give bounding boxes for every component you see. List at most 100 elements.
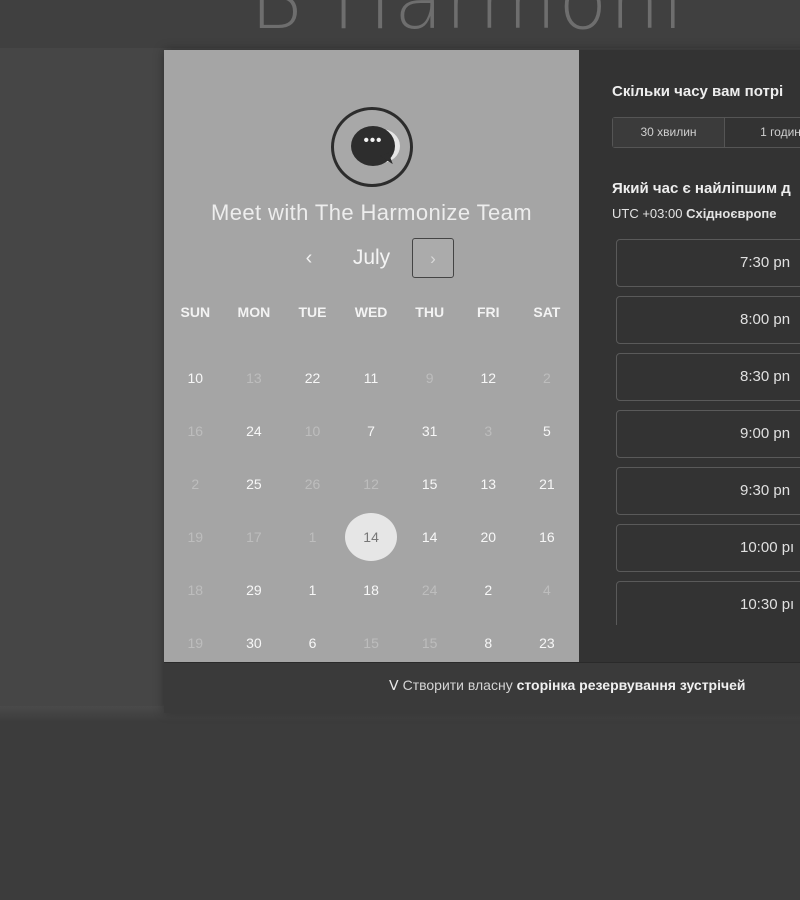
calendar-day-number: 13: [480, 476, 497, 492]
calendar-day-number: 1: [308, 529, 317, 545]
calendar-day-number: 14: [421, 529, 438, 545]
calendar-day-number: 30: [246, 635, 262, 651]
calendar-day: 4: [518, 564, 577, 617]
calendar-day-number: 24: [421, 582, 438, 598]
calendar-day[interactable]: 2: [459, 564, 518, 617]
calendar-grid: SUN MON TUE WED THU FRI SAT 10 13 22 11 9 12 2 16 24 10…: [166, 297, 577, 670]
weekday-header: SAT: [533, 304, 561, 320]
calendar-day-number: 19: [187, 529, 204, 545]
calendar-day-number: 2: [484, 582, 493, 598]
calendar-day: 18: [166, 564, 225, 617]
time-slot-button[interactable]: 10:00 pı: [616, 524, 800, 572]
time-slot-button[interactable]: 8:00 pn: [616, 296, 800, 344]
calendar-day[interactable]: 1: [283, 564, 342, 617]
calendar-day[interactable]: 24: [225, 405, 284, 458]
calendar-day: 3: [459, 405, 518, 458]
calendar-day-number: 2: [542, 370, 551, 386]
timezone-selector[interactable]: UTC +03:00 Східноєвропе: [612, 206, 777, 221]
weekday-header: SUN: [180, 304, 211, 320]
calendar-day-number: 23: [539, 635, 555, 651]
weekday-header: TUE: [298, 304, 327, 320]
previous-month-button[interactable]: ‹: [297, 241, 321, 275]
calendar-day-number: 25: [246, 476, 262, 492]
time-slot-button[interactable]: 7:30 pn: [616, 239, 800, 287]
calendar-day-number: 18: [187, 582, 204, 598]
sprocket-icon: ⴸ: [389, 677, 399, 693]
calendar-day-number: 9: [425, 370, 434, 386]
calendar-day: 10: [283, 405, 342, 458]
calendar-day[interactable]: 29: [225, 564, 284, 617]
page-heading: B Harmoni: [250, 0, 687, 47]
calendar-day[interactable]: 12: [459, 352, 518, 405]
calendar-day-number: 24: [246, 423, 262, 439]
calendar-day-number: 26: [304, 476, 321, 492]
calendar-panel: ••• Meet with The Harmonize Team ‹ July …: [164, 50, 579, 662]
time-question: Який час є найліпшим д: [612, 180, 791, 197]
calendar-day-number: 1: [308, 582, 317, 598]
calendar-day-number: 16: [539, 529, 555, 545]
weekday-header: MON: [237, 304, 271, 320]
calendar-day: 26: [283, 458, 342, 511]
weekday-header: FRI: [476, 304, 500, 320]
calendar-week-row: 16 24 10 7 31 3 5: [166, 405, 577, 458]
calendar-day: 2: [166, 458, 225, 511]
calendar-day-number: 21: [539, 476, 555, 492]
logo-ellipsis: •••: [363, 132, 383, 149]
calendar-day[interactable]: 11: [342, 352, 401, 405]
create-booking-page-link[interactable]: ⴸ Створити власну сторінка резервування з…: [389, 677, 746, 694]
calendar-day[interactable]: 5: [518, 405, 577, 458]
calendar-day[interactable]: 21: [518, 458, 577, 511]
calendar-day[interactable]: 15: [400, 458, 459, 511]
calendar-day-number: 11: [363, 370, 379, 386]
time-slot-button[interactable]: 10:30 pı: [616, 581, 800, 625]
calendar-day-selected[interactable]: 14: [342, 511, 401, 564]
month-navigation: ‹ July ›: [164, 237, 579, 281]
calendar-day-number: 5: [542, 423, 551, 439]
calendar-day[interactable]: 7: [342, 405, 401, 458]
duration-question: Скільки часу вам потрі: [612, 83, 784, 100]
team-title: Meet with The Harmonize Team: [211, 200, 532, 225]
calendar-day[interactable]: 22: [283, 352, 342, 405]
weekday-header-row: SUN MON TUE WED THU FRI SAT: [166, 297, 577, 327]
time-slot-button[interactable]: 8:30 pn: [616, 353, 800, 401]
calendar-day-number: 19: [187, 635, 204, 651]
calendar-day[interactable]: 18: [342, 564, 401, 617]
calendar-day-number: 20: [480, 529, 497, 545]
calendar-day-number: 7: [367, 423, 375, 439]
calendar-day[interactable]: 20: [459, 511, 518, 564]
duration-option-30-min[interactable]: 30 хвилин: [613, 118, 725, 147]
time-slot-button[interactable]: 9:30 pn: [616, 467, 800, 515]
booking-options-panel: Скільки часу вам потрі 30 хвилин 1 годин…: [579, 50, 800, 662]
timezone-offset: UTC +03:00: [612, 206, 683, 221]
calendar-day[interactable]: 31: [400, 405, 459, 458]
calendar-week-row: 18 29 1 18 24 2 4: [166, 564, 577, 617]
calendar-day[interactable]: 25: [225, 458, 284, 511]
calendar-day-number: 15: [421, 635, 438, 651]
calendar-day[interactable]: 16: [518, 511, 577, 564]
calendar-day[interactable]: 13: [459, 458, 518, 511]
calendar-day-number: 29: [246, 582, 262, 598]
calendar-day-number: 12: [480, 370, 497, 386]
calendar-week-row: 10 13 22 11 9 12 2: [166, 352, 577, 405]
team-logo: •••: [331, 107, 413, 187]
weekday-header: THU: [415, 304, 445, 320]
calendar-day-number: 16: [187, 423, 204, 439]
calendar-day[interactable]: 14: [400, 511, 459, 564]
calendar-day[interactable]: 10: [166, 352, 225, 405]
calendar-day: 19: [166, 511, 225, 564]
calendar-day-number: 3: [484, 423, 493, 439]
calendar-day-number: 15: [421, 476, 438, 492]
duration-option-1-hour[interactable]: 1 годин: [725, 118, 800, 147]
calendar-day: 1: [283, 511, 342, 564]
calendar-day: 9: [400, 352, 459, 405]
calendar-day-number: 12: [363, 476, 379, 492]
next-month-button[interactable]: ›: [412, 238, 454, 278]
calendar-day: 13: [225, 352, 284, 405]
time-slot-list: 7:30 pn 8:00 pn 8:30 pn 9:00 pn 9:30 pn 10:00…: [616, 239, 800, 625]
calendar-day: 16: [166, 405, 225, 458]
calendar-day-number: 6: [308, 635, 317, 651]
time-slot-button[interactable]: 9:00 pn: [616, 410, 800, 458]
calendar-day-number: 22: [304, 370, 321, 386]
calendar-day: 2: [518, 352, 577, 405]
meeting-scheduler: ••• Meet with The Harmonize Team ‹ July …: [164, 50, 800, 713]
